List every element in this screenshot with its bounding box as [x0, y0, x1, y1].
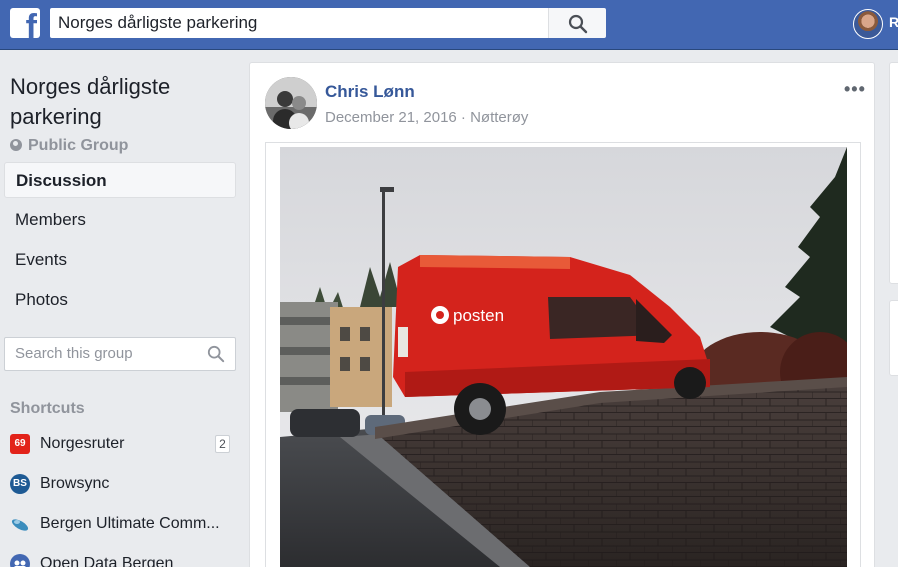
browsync-icon: BS [10, 474, 30, 494]
shortcuts-heading: Shortcuts [10, 400, 85, 417]
globe-icon [10, 139, 22, 151]
group-sidebar: Norges dårligste parkering Public Group … [0, 50, 246, 567]
group-title[interactable]: Norges dårligste parkering [10, 72, 240, 132]
meta-separator: · [456, 109, 471, 126]
search-icon [207, 345, 225, 363]
group-search-placeholder: Search this group [15, 345, 133, 362]
shortcut-item[interactable]: BS Browsync [10, 470, 238, 498]
user-name-link[interactable]: R [889, 14, 898, 30]
right-column-card [889, 300, 898, 376]
nav-tab-discussion[interactable]: Discussion [4, 162, 236, 198]
post-author-link[interactable]: Chris Lønn [325, 82, 415, 102]
search-icon [568, 14, 588, 34]
post-options-button[interactable]: ••• [844, 79, 866, 100]
shortcut-label: Browsync [40, 475, 110, 492]
nav-tab-events[interactable]: Events [4, 242, 236, 278]
posten-logo-text: posten [453, 306, 504, 325]
author-avatar[interactable] [265, 77, 317, 129]
global-search-input[interactable]: Norges dårligste parkering [50, 8, 548, 38]
facebook-logo-icon[interactable]: f [10, 8, 40, 38]
nav-tab-photos[interactable]: Photos [4, 282, 236, 318]
post-photo[interactable]: posten [280, 147, 847, 567]
shortcut-item[interactable]: Bergen Ultimate Comm... [10, 510, 238, 538]
shortcut-item[interactable]: Open Data Bergen [10, 550, 238, 567]
shortcut-label: Bergen Ultimate Comm... [40, 515, 220, 532]
shortcut-label: Norgesruter [40, 435, 125, 452]
group-privacy: Public Group [10, 137, 128, 155]
right-column-card [889, 62, 898, 284]
top-navigation-bar: f Norges dårligste parkering R [0, 0, 898, 50]
group-search-input[interactable]: Search this group [4, 337, 236, 371]
feed-post: Chris Lønn December 21, 2016 · Nøtterøy … [249, 62, 875, 567]
group-privacy-label: Public Group [28, 137, 129, 154]
post-date-link[interactable]: December 21, 2016 [325, 109, 457, 126]
post-meta: December 21, 2016 · Nøtterøy [325, 109, 528, 126]
search-button[interactable] [548, 8, 606, 38]
shortcut-item[interactable]: 69 Norgesruter 2 [10, 430, 238, 458]
norgesruter-icon: 69 [10, 434, 30, 454]
post-location-link[interactable]: Nøtterøy [470, 109, 528, 126]
shortcut-label: Open Data Bergen [40, 555, 174, 567]
nav-tab-members[interactable]: Members [4, 202, 236, 238]
frisbee-icon [10, 514, 30, 534]
post-photo-frame: posten [265, 142, 861, 567]
group-icon [10, 554, 30, 567]
notification-count-badge: 2 [215, 435, 230, 453]
user-avatar[interactable] [853, 9, 883, 39]
